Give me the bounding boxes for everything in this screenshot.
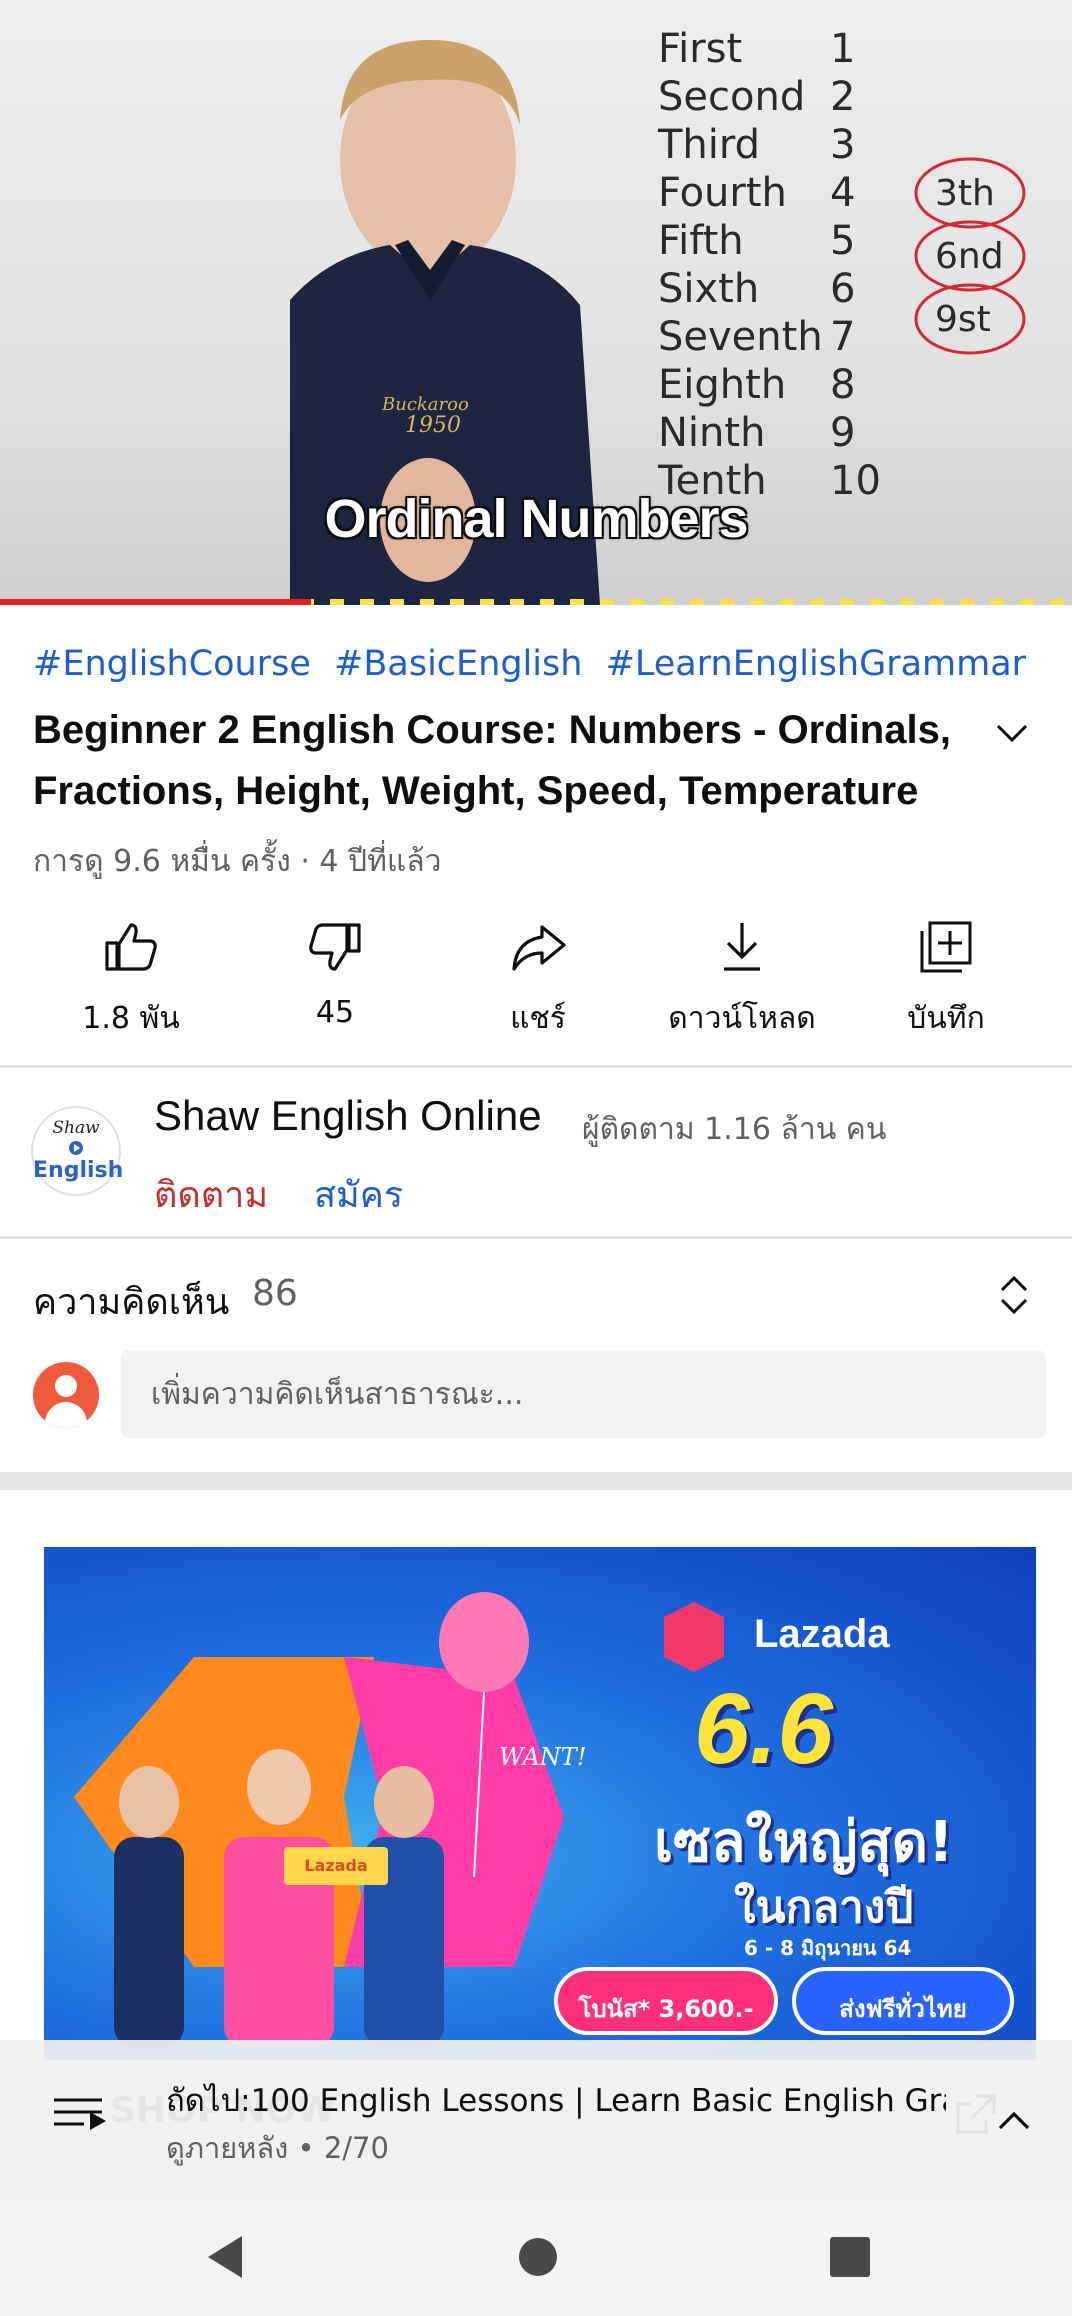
video-title[interactable]: Beginner 2 English Course: Numbers - Ord… bbox=[33, 700, 953, 822]
home-icon[interactable] bbox=[518, 2232, 558, 2282]
dislike-count: 45 bbox=[315, 995, 355, 1030]
play-icon bbox=[69, 1141, 83, 1155]
whiteboard-number: 6 bbox=[830, 266, 855, 312]
hashtag-link[interactable]: #LearnEnglishGrammar bbox=[606, 644, 1027, 684]
save-button[interactable]: บันทึก bbox=[846, 900, 1046, 1040]
whiteboard-ordinal: Fifth bbox=[658, 218, 744, 264]
chevron-up-icon[interactable] bbox=[992, 2098, 1036, 2142]
youtube-watch-page: First 1 Second 2 Third 3 Fourth 4 Fifth 5 Sixth 6 Se… bbox=[0, 0, 1072, 2316]
channel-avatar[interactable]: Shaw English bbox=[31, 1106, 124, 1196]
add-to-playlist-icon bbox=[920, 921, 972, 973]
ad-dates: 6 - 8 มิถุนายน 64 bbox=[744, 1936, 912, 1960]
section-separator bbox=[0, 1472, 1072, 1490]
user-avatar-icon bbox=[33, 1362, 99, 1428]
join-button[interactable]: สมัคร bbox=[314, 1166, 403, 1223]
whiteboard-ordinal: Fourth bbox=[658, 170, 787, 216]
whiteboard-number: 1 bbox=[830, 26, 855, 72]
whiteboard-ordinal: Seventh bbox=[658, 314, 823, 360]
whiteboard-wrong-ordinal: 6nd bbox=[935, 236, 1004, 277]
whiteboard-wrong-ordinal: 3th bbox=[935, 173, 995, 214]
share-button[interactable]: แชร์ bbox=[438, 900, 638, 1040]
avatar-text: Shaw bbox=[52, 1118, 100, 1138]
ad-banner[interactable]: WANT! Lazada 6.6 เซลใหญ่สุด! ในกลางปี 6 … bbox=[44, 1547, 1036, 2060]
download-icon bbox=[724, 923, 760, 971]
subscriber-count: ผู้ติดตาม 1.16 ล้าน คน bbox=[582, 1112, 887, 1147]
android-nav-bar bbox=[0, 2198, 1072, 2316]
subscribe-button[interactable]: ติดตาม bbox=[154, 1166, 268, 1223]
ad-brand: Lazada bbox=[754, 1612, 890, 1656]
whiteboard-number: 2 bbox=[830, 74, 855, 120]
up-next-title[interactable]: ถัดไป:100 English Lessons | Learn Basic … bbox=[166, 2075, 946, 2125]
whiteboard-wrong-ordinal: 9st bbox=[935, 299, 991, 340]
thumbs-down-icon bbox=[309, 923, 361, 971]
comments-count: 86 bbox=[252, 1273, 298, 1314]
whiteboard-ordinal: Eighth bbox=[658, 362, 786, 408]
hashtag-row: #EnglishCourse #BasicEnglish #LearnEngli… bbox=[33, 644, 1038, 684]
chevron-down-icon[interactable] bbox=[990, 712, 1034, 756]
download-button[interactable]: ดาวน์โหลด bbox=[642, 900, 842, 1040]
like-count: 1.8 พัน bbox=[82, 1001, 180, 1036]
whiteboard-number: 4 bbox=[830, 170, 855, 216]
thumbs-up-icon bbox=[105, 923, 157, 971]
whiteboard-number: 5 bbox=[830, 218, 855, 264]
back-icon[interactable] bbox=[202, 2232, 248, 2282]
dislike-button[interactable]: 45 bbox=[235, 900, 435, 1040]
divider bbox=[0, 1065, 1072, 1068]
share-label: แชร์ bbox=[510, 1001, 566, 1036]
whiteboard-ordinal: Third bbox=[657, 122, 760, 168]
whiteboard-ordinal: Sixth bbox=[658, 266, 759, 312]
shirt-print: 1950 bbox=[405, 413, 461, 438]
ad-bonus-pill: โบนัส* 3,600.- bbox=[554, 1967, 778, 2035]
video-progress-played bbox=[0, 599, 311, 605]
action-row: 1.8 พัน 45 แชร์ ดาวน์โหลด บันทึก bbox=[0, 900, 1072, 1040]
ad-product-badge: Lazada bbox=[284, 1847, 388, 1885]
recents-icon[interactable] bbox=[828, 2232, 872, 2282]
queue-position: ดูภายหลัง • 2/70 bbox=[166, 2131, 389, 2165]
up-next-bar[interactable]: SHOP NOW ถัดไป:100 English Lessons | Lea… bbox=[0, 2040, 1072, 2198]
hashtag-link[interactable]: #EnglishCourse bbox=[33, 644, 311, 684]
hashtag-link[interactable]: #BasicEnglish bbox=[334, 644, 582, 684]
whiteboard-number: 8 bbox=[830, 362, 855, 408]
avatar-text: English bbox=[33, 1158, 124, 1183]
video-metadata: การดู 9.6 หมื่น ครั้ง · 4 ปีที่แล้ว bbox=[33, 844, 442, 879]
channel-name[interactable]: Shaw English Online bbox=[154, 1092, 542, 1140]
like-button[interactable]: 1.8 พัน bbox=[31, 900, 231, 1040]
video-progress-bar[interactable] bbox=[0, 599, 1072, 605]
video-player[interactable]: First 1 Second 2 Third 3 Fourth 4 Fifth 5 Sixth 6 Se… bbox=[0, 0, 1072, 605]
whiteboard-number: 9 bbox=[830, 410, 855, 456]
comment-input[interactable] bbox=[121, 1350, 1046, 1438]
ad-shipping-pill: ส่งฟรีทั่วไทย bbox=[792, 1967, 1014, 2035]
ad-promo-number: 6.6 bbox=[694, 1673, 834, 1785]
whiteboard-ordinal: Second bbox=[658, 74, 805, 120]
save-label: บันทึก bbox=[907, 1001, 985, 1036]
download-label: ดาวน์โหลด bbox=[668, 1001, 816, 1036]
whiteboard-number: 7 bbox=[830, 314, 855, 360]
shirt-print: Buckaroo bbox=[381, 394, 469, 415]
playlist-queue-icon[interactable] bbox=[54, 2096, 110, 2132]
divider bbox=[0, 1236, 1072, 1239]
video-overlay-title: Ordinal Numbers bbox=[324, 489, 748, 549]
expand-collapse-icon[interactable] bbox=[996, 1270, 1032, 1320]
whiteboard-number: 3 bbox=[830, 122, 855, 168]
comments-header[interactable]: ความคิดเห็น bbox=[33, 1273, 229, 1330]
whiteboard-ordinal: First bbox=[658, 26, 742, 72]
whiteboard-ordinal: Ninth bbox=[658, 410, 765, 456]
share-icon bbox=[512, 925, 566, 971]
svg-text:WANT!: WANT! bbox=[499, 1743, 586, 1771]
